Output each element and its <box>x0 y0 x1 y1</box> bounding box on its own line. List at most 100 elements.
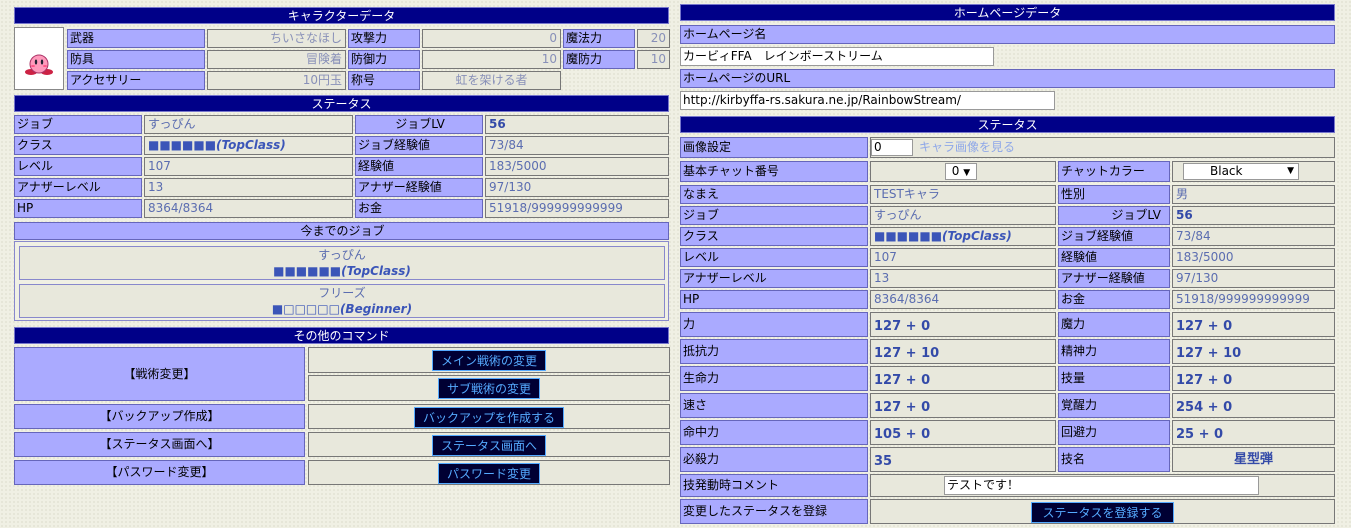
job-level-label: ジョブLV <box>355 115 483 134</box>
skill-comment-label: 技発動時コメント <box>680 474 868 497</box>
technique-name-value: 星型弾 <box>1172 447 1335 472</box>
accessory-value: 10円玉 <box>207 71 346 90</box>
chat-number-label: 基本チャット番号 <box>680 161 868 182</box>
weapon-value: ちいさなほし <box>207 29 346 48</box>
another-level-value: 13 <box>144 178 353 197</box>
homepage-name-label: ホームページ名 <box>680 25 1335 44</box>
right-status-header: ステータス <box>680 116 1335 133</box>
attack-label: 攻撃力 <box>348 29 420 48</box>
right-job-exp-value: 73/84 <box>1172 227 1335 246</box>
level-value: 107 <box>144 157 353 176</box>
status-screen-button[interactable]: ステータス画面へ <box>431 435 546 456</box>
speed-label: 速さ <box>680 393 868 418</box>
technique-name-label: 技名 <box>1058 447 1170 472</box>
magic-label: 魔法力 <box>563 29 635 48</box>
tactics-change-label: 【戦術変更】 <box>14 347 305 401</box>
kirby-icon <box>25 54 53 75</box>
register-status-cell: ステータスを登録する <box>870 499 1335 524</box>
job-history-name: すっぴん <box>318 248 366 262</box>
vitality-value: 127 + 0 <box>870 366 1056 391</box>
create-backup-button[interactable]: バックアップを作成する <box>413 407 564 428</box>
spirit-value: 127 + 10 <box>1172 339 1335 364</box>
password-change-label: 【パスワード変更】 <box>14 460 305 485</box>
critical-label: 必殺力 <box>680 447 868 472</box>
job-exp-label: ジョブ経験値 <box>355 136 483 155</box>
sex-value: 男 <box>1172 185 1335 204</box>
resistance-label: 抵抗力 <box>680 339 868 364</box>
main-tactics-cell: メイン戦術の変更 <box>308 347 670 373</box>
job-history-rank: ■□□□□□(Beginner) <box>271 302 413 316</box>
image-setting-label: 画像設定 <box>680 137 868 158</box>
chat-color-value: Black <box>1210 164 1243 178</box>
right-class-label: クラス <box>680 227 868 246</box>
accuracy-value: 105 + 0 <box>870 420 1056 445</box>
armor-label: 防具 <box>67 50 205 69</box>
dropdown-arrow-icon: ▼ <box>1287 166 1294 176</box>
character-data-header: キャラクターデータ <box>14 7 669 24</box>
critical-value: 35 <box>870 447 1056 472</box>
password-change-cell: パスワード変更 <box>308 460 670 485</box>
armor-value: 冒険着 <box>207 50 346 69</box>
right-another-level-label: アナザーレベル <box>680 269 868 288</box>
homepage-url-label: ホームページのURL <box>680 69 1335 88</box>
main-tactics-button[interactable]: メイン戦術の変更 <box>431 350 546 371</box>
skill-value: 127 + 0 <box>1172 366 1335 391</box>
register-status-label: 変更したステータスを登録 <box>680 499 868 524</box>
job-exp-value: 73/84 <box>485 136 669 155</box>
right-job-level-value: 56 <box>1172 206 1335 225</box>
strength-label: 力 <box>680 312 868 337</box>
hp-label: HP <box>14 199 142 218</box>
homepage-name-input[interactable]: カービィFFA レインボーストリーム <box>680 47 994 66</box>
exp-value: 183/5000 <box>485 157 669 176</box>
job-history-header: 今までのジョブ <box>14 222 669 240</box>
magic-defense-value: 10 <box>637 50 670 69</box>
attack-value: 0 <box>422 29 561 48</box>
another-exp-value: 97/130 <box>485 178 669 197</box>
chat-number-value: 0 <box>951 164 960 178</box>
backup-cell: バックアップを作成する <box>308 404 670 429</box>
defense-value: 10 <box>422 50 561 69</box>
other-commands-header: その他のコマンド <box>14 327 669 344</box>
evasion-label: 回避力 <box>1058 420 1170 445</box>
right-job-label: ジョブ <box>680 206 868 225</box>
right-level-value: 107 <box>870 248 1056 267</box>
gold-label: お金 <box>355 199 483 218</box>
level-label: レベル <box>14 157 142 176</box>
right-another-exp-label: アナザー経験値 <box>1058 269 1170 288</box>
speed-value: 127 + 0 <box>870 393 1056 418</box>
right-another-level-value: 13 <box>870 269 1056 288</box>
job-label: ジョブ <box>14 115 142 134</box>
class-value: ■■■■■■(TopClass) <box>144 136 353 155</box>
another-exp-label: アナザー経験値 <box>355 178 483 197</box>
password-change-button[interactable]: パスワード変更 <box>437 463 540 484</box>
skill-comment-input[interactable]: テストです！ <box>944 476 1259 495</box>
chat-number-select[interactable]: 0 ▼ <box>945 163 977 180</box>
right-job-exp-label: ジョブ経験値 <box>1058 227 1170 246</box>
image-number-input[interactable]: 0 <box>871 139 913 156</box>
homepage-url-input[interactable]: http://kirbyffa-rs.sakura.ne.jp/RainbowS… <box>680 91 1055 110</box>
homepage-data-header: ホームページデータ <box>680 4 1335 21</box>
job-history-item: すっぴん ■■■■■■(TopClass) <box>19 246 665 280</box>
sub-tactics-button[interactable]: サブ戦術の変更 <box>437 378 540 399</box>
dropdown-arrow-icon: ▼ <box>963 168 971 178</box>
right-job-value: すっぴん <box>870 206 1056 225</box>
backup-label: 【バックアップ作成】 <box>14 404 305 429</box>
right-exp-value: 183/5000 <box>1172 248 1335 267</box>
exp-label: 経験値 <box>355 157 483 176</box>
job-history-name: フリーズ <box>318 286 366 300</box>
chat-color-label: チャットカラー <box>1058 161 1170 182</box>
view-image-link[interactable]: キャラ画像を見る <box>919 139 1015 156</box>
vitality-label: 生命力 <box>680 366 868 391</box>
status-header: ステータス <box>14 95 669 112</box>
another-level-label: アナザーレベル <box>14 178 142 197</box>
right-job-level-label: ジョブLV <box>1058 206 1170 225</box>
strength-value: 127 + 0 <box>870 312 1056 337</box>
magic-defense-label: 魔防力 <box>563 50 635 69</box>
register-status-button[interactable]: ステータスを登録する <box>1031 502 1174 523</box>
weapon-label: 武器 <box>67 29 205 48</box>
title-label: 称号 <box>348 71 420 90</box>
chat-color-select[interactable]: Black ▼ <box>1183 163 1299 180</box>
defense-label: 防御力 <box>348 50 420 69</box>
awakening-label: 覚醒力 <box>1058 393 1170 418</box>
class-label: クラス <box>14 136 142 155</box>
